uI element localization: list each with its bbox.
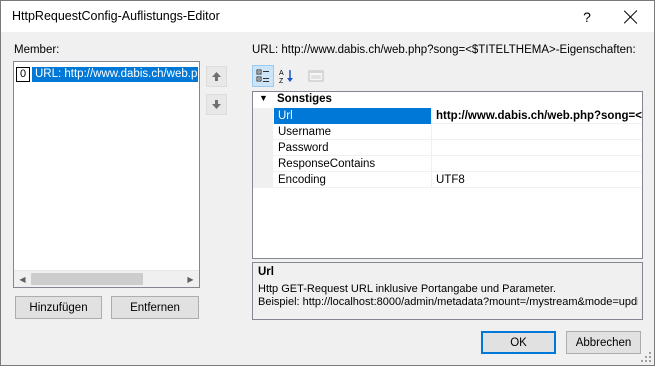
- close-icon: [624, 10, 638, 24]
- arrow-up-icon: [212, 72, 221, 81]
- row-gutter: [253, 172, 273, 188]
- svg-text:A: A: [279, 70, 284, 77]
- property-name[interactable]: Username: [274, 124, 432, 140]
- property-row[interactable]: Encoding UTF8: [253, 172, 642, 188]
- property-name[interactable]: Password: [274, 140, 432, 156]
- title-bar: HttpRequestConfig-Auflistungs-Editor ?: [1, 1, 654, 32]
- sort-az-icon: A Z: [279, 70, 293, 84]
- collapse-chevron-icon[interactable]: ▼: [259, 93, 268, 103]
- row-gutter: [253, 108, 273, 124]
- cancel-button[interactable]: Abbrechen: [566, 331, 641, 354]
- help-icon: ?: [583, 8, 591, 25]
- property-value[interactable]: [433, 124, 642, 140]
- scroll-left-icon[interactable]: ◀: [14, 271, 31, 287]
- category-label: Sonstiges: [277, 93, 332, 105]
- member-index: 0: [16, 67, 30, 82]
- list-item[interactable]: 0 URL: http://www.dabis.ch/web.php?song=…: [15, 66, 198, 83]
- property-value[interactable]: UTF8: [433, 172, 642, 188]
- svg-text:Z: Z: [279, 78, 284, 84]
- property-row[interactable]: Password: [253, 140, 642, 156]
- horizontal-scrollbar[interactable]: ◀ ▶: [14, 270, 199, 287]
- property-pages-icon: [308, 70, 324, 82]
- property-row[interactable]: Username: [253, 124, 642, 140]
- close-button[interactable]: [608, 1, 654, 32]
- member-text: URL: http://www.dabis.ch/web.php?song=<$…: [32, 67, 198, 82]
- properties-header: URL: http://www.dabis.ch/web.php?song=<$…: [252, 44, 636, 56]
- move-down-button[interactable]: [206, 94, 227, 115]
- move-up-button[interactable]: [206, 66, 227, 87]
- help-pane: Url Http GET-Request URL inklusive Porta…: [252, 262, 643, 320]
- property-value[interactable]: http://www.dabis.ch/web.php?song=<$TITEL…: [433, 108, 642, 124]
- help-description: Http GET-Request URL inklusive Portangab…: [258, 283, 638, 309]
- help-line-1: Http GET-Request URL inklusive Portangab…: [258, 283, 556, 295]
- resize-grip-icon[interactable]: [640, 351, 652, 363]
- category-row[interactable]: ▼ Sonstiges: [253, 92, 642, 108]
- help-title: Url: [258, 266, 274, 278]
- property-value[interactable]: [433, 156, 642, 172]
- ok-button[interactable]: OK: [481, 331, 556, 354]
- property-grid[interactable]: ▼ Sonstiges Url http://www.dabis.ch/web.p…: [252, 91, 643, 259]
- property-row[interactable]: ResponseContains: [253, 156, 642, 172]
- property-name[interactable]: ResponseContains: [274, 156, 432, 172]
- property-value[interactable]: [433, 140, 642, 156]
- help-line-2: Beispiel: http://localhost:8000/admin/me…: [258, 296, 638, 308]
- member-list[interactable]: 0 URL: http://www.dabis.ch/web.php?song=…: [13, 61, 200, 288]
- help-button[interactable]: ?: [564, 1, 610, 32]
- scrollbar-thumb[interactable]: [31, 273, 143, 285]
- add-button[interactable]: Hinzufügen: [15, 296, 102, 319]
- member-label: Member:: [14, 44, 60, 56]
- property-name[interactable]: Encoding: [274, 172, 432, 188]
- dialog-window: HttpRequestConfig-Auflistungs-Editor ? M…: [0, 0, 655, 366]
- arrow-down-icon: [212, 100, 221, 109]
- property-name[interactable]: Url: [274, 108, 432, 124]
- categorized-view-button[interactable]: [252, 65, 274, 87]
- window-title: HttpRequestConfig-Auflistungs-Editor: [12, 9, 220, 23]
- remove-button[interactable]: Entfernen: [111, 296, 199, 319]
- row-gutter: [253, 156, 273, 172]
- row-gutter: [253, 140, 273, 156]
- scroll-right-icon[interactable]: ▶: [182, 271, 199, 287]
- alphabetical-view-button[interactable]: A Z: [275, 65, 297, 87]
- property-row[interactable]: Urlhttp://www.dabis.ch/web.php?song=<$TI…: [253, 108, 642, 124]
- row-gutter: [253, 124, 273, 140]
- property-pages-button[interactable]: [305, 65, 327, 87]
- categorized-icon: [256, 69, 269, 82]
